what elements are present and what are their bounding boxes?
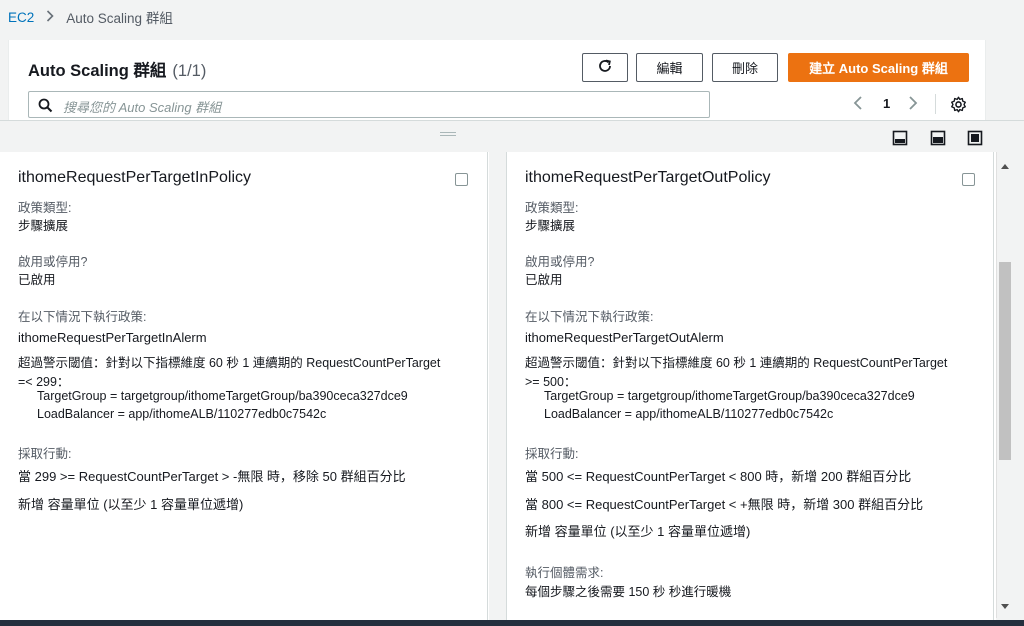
page-number[interactable]: 1 <box>883 96 890 111</box>
capacity-unit-note: 新增 容量單位 (以至少 1 容量單位遞增) <box>18 497 244 512</box>
policy-name: ithomeRequestPerTargetOutPolicy <box>525 169 771 186</box>
auto-scaling-groups-panel: Auto Scaling 群組 (1/1) 編輯 刪除 建立 Auto Scali… <box>8 40 986 120</box>
step-adjustment-1: 當 299 >= RequestCountPerTarget > -無限 時，移… <box>18 469 406 484</box>
policy-type-label: 政策類型: <box>18 201 72 215</box>
page-title-text: Auto Scaling 群組 <box>28 62 167 80</box>
create-auto-scaling-group-button[interactable]: 建立 Auto Scaling 群組 <box>788 53 969 82</box>
dimension-target-group: TargetGroup = targetgroup/ithomeTargetGr… <box>544 389 915 403</box>
policy-card-out: ithomeRequestPerTargetOutPolicy 政策類型: 步驟… <box>506 152 994 620</box>
search-placeholder: 搜尋您的 Auto Scaling 群組 <box>63 100 222 115</box>
page-title: Auto Scaling 群組 (1/1) <box>28 57 206 81</box>
divider <box>935 94 936 114</box>
footer-bar <box>0 620 1024 626</box>
breadcrumb: EC2 Auto Scaling 群組 <box>8 6 173 28</box>
drag-handle-icon[interactable] <box>440 132 456 136</box>
policy-select-checkbox[interactable] <box>455 173 468 186</box>
policy-type-value: 步驟擴展 <box>525 219 576 233</box>
enabled-value: 已啟用 <box>525 273 563 287</box>
threshold-line-2: =< 299： <box>18 375 70 389</box>
panel-full-icon[interactable] <box>967 130 983 151</box>
scrollbar-thumb[interactable] <box>999 262 1011 460</box>
card-gap <box>489 152 506 620</box>
dimension-target-group: TargetGroup = targetgroup/ithomeTargetGr… <box>37 389 408 403</box>
chevron-right-icon <box>46 9 54 25</box>
warmup-value: 每個步驟之後需要 150 秒 秒進行暖機 <box>525 585 732 599</box>
chevron-left-icon[interactable] <box>853 95 863 114</box>
enabled-label: 啟用或停用? <box>525 255 595 269</box>
threshold-line-1: 超過警示閾值：針對以下指標維度 60 秒 1 連續期的 RequestCount… <box>18 356 441 370</box>
breadcrumb-ec2-link[interactable]: EC2 <box>8 10 34 25</box>
threshold-line-2: >= 500： <box>525 375 577 389</box>
capacity-unit-note: 新增 容量單位 (以至少 1 容量單位遞增) <box>525 524 751 539</box>
search-icon <box>38 98 53 118</box>
delete-button[interactable]: 刪除 <box>712 53 778 82</box>
chevron-right-icon[interactable] <box>908 95 918 114</box>
warmup-label: 執行個體需求: <box>525 566 604 580</box>
action-label: 採取行動: <box>18 447 72 461</box>
policy-name: ithomeRequestPerTargetInPolicy <box>18 169 252 186</box>
dimension-load-balancer: LoadBalancer = app/ithomeALB/110277edb0c… <box>37 407 327 421</box>
step-adjustment-1: 當 500 <= RequestCountPerTarget < 800 時，新… <box>525 469 912 484</box>
vertical-scrollbar[interactable] <box>996 152 1012 618</box>
edit-button[interactable]: 編輯 <box>636 53 703 82</box>
exec-condition-label: 在以下情況下執行政策: <box>18 310 147 324</box>
split-panel-header <box>0 120 1024 152</box>
policy-card-in: ithomeRequestPerTargetInPolicy 政策類型: 步驟擴… <box>0 152 488 620</box>
scroll-up-arrow-icon[interactable] <box>1000 157 1010 175</box>
alarm-name: ithomeRequestPerTargetInAlerm <box>18 330 207 345</box>
dimension-load-balancer: LoadBalancer = app/ithomeALB/110277edb0c… <box>544 407 834 421</box>
policy-type-value: 步驟擴展 <box>18 219 69 233</box>
alarm-name: ithomeRequestPerTargetOutAlerm <box>525 330 724 345</box>
enabled-value: 已啟用 <box>18 273 56 287</box>
refresh-button[interactable] <box>582 53 628 82</box>
panel-side-icon[interactable] <box>930 130 946 151</box>
exec-condition-label: 在以下情況下執行政策: <box>525 310 654 324</box>
scroll-down-arrow-icon[interactable] <box>1000 598 1010 616</box>
scaling-policies-content: ithomeRequestPerTargetInPolicy 政策類型: 步驟擴… <box>0 152 996 620</box>
policy-type-label: 政策類型: <box>525 201 579 215</box>
panel-bottom-icon[interactable] <box>892 130 908 151</box>
gear-icon[interactable] <box>950 96 967 118</box>
threshold-line-1: 超過警示閾值：針對以下指標維度 60 秒 1 連續期的 RequestCount… <box>525 356 948 370</box>
group-count: (1/1) <box>172 62 207 80</box>
action-label: 採取行動: <box>525 447 579 461</box>
enabled-label: 啟用或停用? <box>18 255 88 269</box>
policy-select-checkbox[interactable] <box>962 173 975 186</box>
refresh-icon <box>597 58 613 77</box>
search-input[interactable]: 搜尋您的 Auto Scaling 群組 <box>28 91 710 118</box>
breadcrumb-current: Auto Scaling 群組 <box>66 11 173 26</box>
step-adjustment-2: 當 800 <= RequestCountPerTarget < +無限 時，新… <box>525 497 924 512</box>
